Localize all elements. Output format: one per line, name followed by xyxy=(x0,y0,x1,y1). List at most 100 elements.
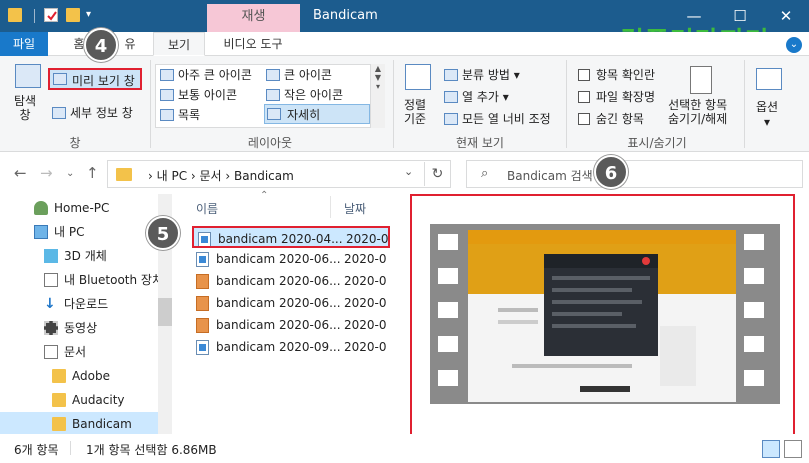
hide-selected-button[interactable]: 선택한 항목 숨기기/해제 xyxy=(668,98,727,126)
search-placeholder[interactable]: Bandicam 검색 xyxy=(507,167,593,184)
customize-dropdown-icon[interactable]: ▾ xyxy=(86,8,100,22)
sort-by-button[interactable]: 정렬 기준 xyxy=(404,98,426,126)
file-date: 2020-0 xyxy=(346,232,389,246)
file-extensions-toggle[interactable]: 파일 확장명 xyxy=(578,88,655,105)
group-label-layout: 레이아웃 xyxy=(247,136,293,150)
selection-info: 1개 항목 선택함 6.86MB xyxy=(86,443,217,457)
list-icon xyxy=(160,109,174,121)
file-row[interactable]: bandicam 2020-06... 2020-0 xyxy=(192,270,390,292)
file-row[interactable]: bandicam 2020-06... 2020-0 xyxy=(192,314,390,336)
nav-item-home-pc[interactable]: Home-PC xyxy=(0,196,158,220)
nav-item-videos[interactable]: 동영상 xyxy=(0,316,158,340)
button-label: 분류 방법 xyxy=(462,68,510,82)
nav-item-3d-objects[interactable]: 3D 개체 xyxy=(0,244,158,268)
back-arrow-icon[interactable]: ← xyxy=(14,164,27,182)
nav-label: Bandicam xyxy=(72,417,132,431)
search-box[interactable]: ⌕ Bandicam 검색 xyxy=(466,160,803,188)
new-folder-icon[interactable] xyxy=(66,8,80,22)
step-badge-4: 4 xyxy=(84,28,118,62)
group-by-icon xyxy=(444,69,458,81)
nav-item-downloads[interactable]: ↓ 다운로드 xyxy=(0,292,158,316)
expand-ribbon-icon[interactable]: ⌄ xyxy=(786,37,802,53)
nav-scrollbar-thumb[interactable] xyxy=(158,298,172,326)
frame-sidebar xyxy=(660,326,696,386)
nav-item-bluetooth[interactable]: 내 Bluetooth 장치 xyxy=(0,268,163,292)
layout-small-icons[interactable]: 작은 아이콘 xyxy=(266,86,343,103)
layout-large-icons[interactable]: 큰 아이콘 xyxy=(266,66,332,83)
layout-label: 자세히 xyxy=(287,108,321,122)
nav-item-this-pc[interactable]: 내 PC xyxy=(0,220,158,244)
tab-share[interactable]: 유 xyxy=(118,32,142,56)
layout-label: 보통 아이콘 xyxy=(178,88,238,102)
checkbox-label: 항목 확인란 xyxy=(596,68,656,82)
preview-pane-button[interactable]: 미리 보기 창 xyxy=(48,68,142,90)
file-name: bandicam 2020-06... xyxy=(216,318,341,332)
file-date: 2020-0 xyxy=(344,318,387,332)
image-file-icon xyxy=(196,318,209,333)
large-icons-view-icon[interactable] xyxy=(784,440,802,458)
group-by-button[interactable]: 분류 방법 ▾ xyxy=(444,66,520,83)
details-pane-button[interactable]: 세부 정보 창 xyxy=(52,104,133,121)
preview-pane xyxy=(410,194,795,436)
address-bar[interactable]: › 내 PC › 문서 › Bandicam ⌄ ↻ xyxy=(107,160,451,188)
checkbox[interactable] xyxy=(578,91,590,103)
nav-item-documents[interactable]: 문서 xyxy=(0,340,158,364)
add-columns-button[interactable]: 열 추가 ▾ xyxy=(444,88,509,105)
nav-label: 문서 xyxy=(64,345,87,359)
up-arrow-icon[interactable]: ↑ xyxy=(86,164,99,182)
column-header-name[interactable]: 이름 xyxy=(196,200,218,217)
nav-item-bandicam[interactable]: Bandicam xyxy=(0,412,158,436)
forward-arrow-icon[interactable]: → xyxy=(40,164,53,182)
close-button[interactable]: ✕ xyxy=(763,0,809,32)
nav-item-adobe[interactable]: Adobe xyxy=(0,364,158,388)
group-label-show-hide: 표시/숨기기 xyxy=(627,136,687,150)
column-header-date[interactable]: 날짜 xyxy=(344,200,366,217)
file-name: bandicam 2020-06... xyxy=(216,296,341,310)
layout-details[interactable]: 자세히 xyxy=(264,104,370,124)
divider xyxy=(744,60,745,148)
group-label-panes: 창 xyxy=(69,136,81,150)
file-row[interactable]: bandicam 2020-06... 2020-0 xyxy=(192,248,390,270)
frame-line xyxy=(552,276,650,280)
details-pane-label: 세부 정보 창 xyxy=(70,106,133,120)
checkbox[interactable] xyxy=(578,113,590,125)
frame-header xyxy=(468,230,736,244)
layout-medium-icons[interactable]: 보통 아이콘 xyxy=(160,86,237,103)
file-name: bandicam 2020-04... xyxy=(218,232,343,246)
properties-icon[interactable] xyxy=(44,8,58,22)
document-icon xyxy=(44,345,58,359)
folder-icon xyxy=(52,369,66,383)
navigation-pane-button[interactable]: 탐색 창 xyxy=(14,94,36,122)
divider xyxy=(330,196,331,218)
layout-extra-large-icons[interactable]: 아주 큰 아이콘 xyxy=(160,66,252,83)
tab-view[interactable]: 보기 xyxy=(153,32,205,56)
nav-item-audacity[interactable]: Audacity xyxy=(0,388,158,412)
details-icon xyxy=(267,108,281,120)
checkbox[interactable] xyxy=(578,69,590,81)
layout-scroll-arrows[interactable]: ▲ ▼ ▾ xyxy=(370,64,385,128)
options-icon xyxy=(756,68,782,90)
user-icon xyxy=(34,201,48,215)
video-file-icon xyxy=(196,340,209,355)
extra-large-icons-icon xyxy=(160,69,174,81)
fit-columns-icon xyxy=(444,113,458,125)
file-row[interactable]: bandicam 2020-04... 2020-0 xyxy=(192,226,390,248)
hidden-items-toggle[interactable]: 숨긴 항목 xyxy=(578,110,644,127)
recent-dropdown-icon[interactable]: ⌄ xyxy=(66,168,74,179)
file-row[interactable]: bandicam 2020-06... 2020-0 xyxy=(192,292,390,314)
tab-video-tools[interactable]: 비디오 도구 xyxy=(206,32,300,56)
details-view-icon[interactable] xyxy=(762,440,780,458)
tab-file[interactable]: 파일 xyxy=(0,32,48,56)
context-tab-play[interactable]: 재생 xyxy=(207,4,300,32)
file-row[interactable]: bandicam 2020-09... 2020-0 xyxy=(192,336,390,358)
layout-list[interactable]: 목록 xyxy=(160,106,200,123)
options-button[interactable]: 옵션 ▾ xyxy=(756,98,778,129)
refresh-icon[interactable]: ↻ xyxy=(424,162,450,186)
hide-selected-icon xyxy=(690,66,712,94)
divider xyxy=(70,441,71,455)
breadcrumb[interactable]: › 내 PC › 문서 › Bandicam xyxy=(148,167,294,184)
fit-columns-button[interactable]: 모든 열 너비 조정 xyxy=(444,110,551,127)
address-dropdown-icon[interactable]: ⌄ xyxy=(404,165,413,178)
item-checkboxes-toggle[interactable]: 항목 확인란 xyxy=(578,66,655,83)
nav-label: Home-PC xyxy=(54,201,110,215)
